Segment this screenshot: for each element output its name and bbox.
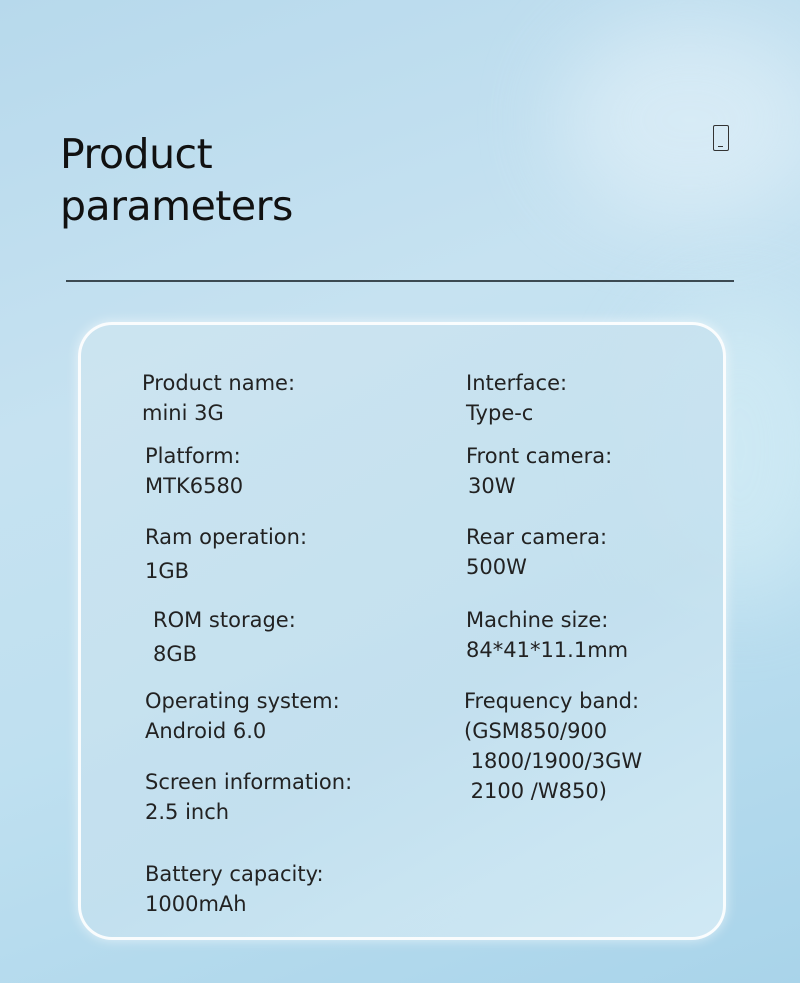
spec-value: mini 3G [142, 401, 224, 425]
spec-label: Frequency band: [464, 689, 640, 713]
background-glow [560, 20, 800, 220]
page-title: Product parameters [60, 128, 293, 232]
spec-front-camera: Front camera: 30W [466, 441, 612, 501]
spec-battery: Battery capacity: 1000mAh [145, 859, 324, 919]
spec-value: 1000mAh [145, 892, 247, 916]
spec-value: Android 6.0 [145, 719, 267, 743]
spec-label: Platform: [145, 444, 241, 468]
spec-label: Screen information: [145, 770, 353, 794]
spec-label: Battery capacity: [145, 862, 324, 886]
spec-value: MTK6580 [145, 474, 244, 498]
spec-value: 2.5 inch [145, 800, 230, 824]
spec-label: ROM storage: [153, 608, 296, 632]
spec-value-line-2: 1800/1900/3GW [464, 749, 643, 773]
title-line-1: Product [60, 130, 213, 178]
title-line-2: parameters [60, 182, 293, 230]
spec-value: Type-c [466, 401, 534, 425]
spec-label: Product name: [142, 371, 296, 395]
spec-label: Operating system: [145, 689, 340, 713]
spec-label: Rear camera: [466, 525, 608, 549]
spec-value: 1GB [145, 559, 190, 583]
spec-value-line-3: 2100 /W850) [464, 779, 607, 803]
phone-icon [713, 125, 729, 151]
spec-frequency-band: Frequency band: (GSM850/900 1800/1900/3G… [464, 686, 642, 806]
spec-rear-camera: Rear camera: 500W [466, 522, 607, 582]
spec-os: Operating system: Android 6.0 [145, 686, 340, 746]
spec-rom: ROM storage: 8GB [153, 605, 296, 669]
spec-value: 84*41*11.1mm [466, 638, 629, 662]
spec-value: 500W [466, 555, 527, 579]
spec-label: Ram operation: [145, 525, 308, 549]
spec-ram: Ram operation: 1GB [145, 522, 307, 586]
spec-value: 8GB [153, 642, 198, 666]
spec-product-name: Product name: mini 3G [142, 368, 295, 428]
spec-value: 30W [468, 474, 516, 498]
divider [66, 280, 734, 282]
spec-machine-size: Machine size: 84*41*11.1mm [466, 605, 628, 665]
spec-screen: Screen information: 2.5 inch [145, 767, 352, 827]
spec-label: Interface: [466, 371, 568, 395]
spec-interface: Interface: Type-c [466, 368, 567, 428]
spec-platform: Platform: MTK6580 [145, 441, 243, 501]
spec-value: (GSM850/900 [464, 719, 608, 743]
spec-label: Front camera: [466, 444, 613, 468]
spec-label: Machine size: [466, 608, 609, 632]
